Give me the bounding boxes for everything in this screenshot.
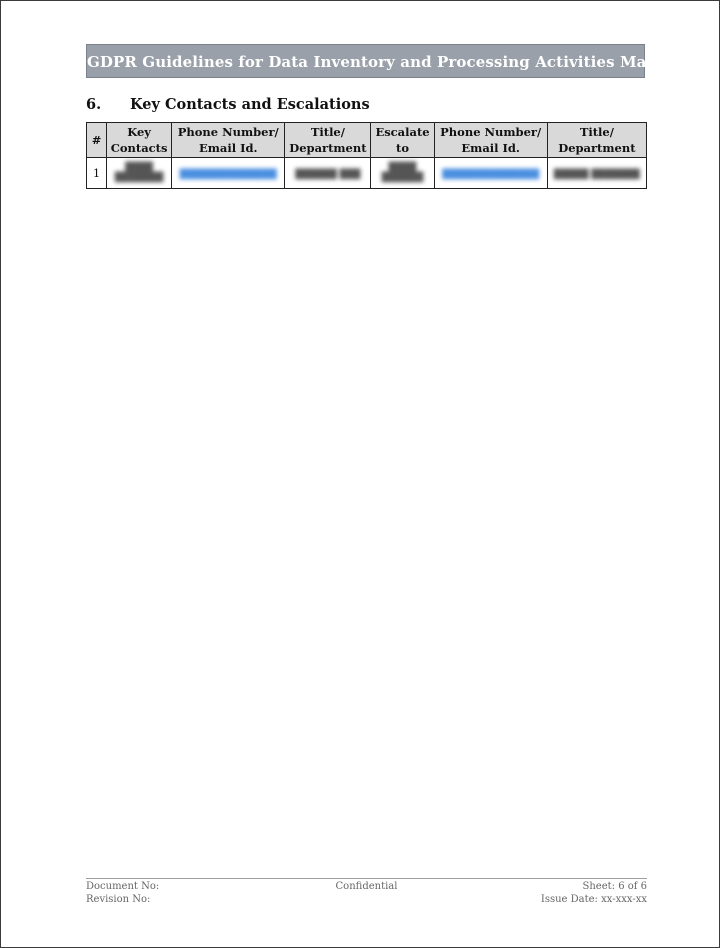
header-text: Email Id. — [198, 141, 258, 155]
key-contacts-table: # Key Contacts Phone Number/Email Id. Tit… — [85, 122, 648, 189]
header-escalate-phone-email: Phone Number/Email Id. — [433, 122, 548, 158]
cell-contact-title: ██████ ███ — [284, 157, 372, 189]
redacted-email-link[interactable]: ██████████████ — [442, 170, 539, 180]
redacted-title: █████ ███████ — [553, 170, 640, 180]
header-text: Contacts — [110, 141, 168, 155]
header-text: Escalate — [375, 125, 430, 139]
redacted-name: ████ ██████ — [381, 163, 424, 183]
header-text: Phone Number/ — [177, 125, 279, 139]
section-title: Key Contacts and Escalations — [130, 96, 370, 113]
classification-label: Confidential — [335, 881, 398, 892]
header-text: to — [396, 141, 410, 155]
cell-contact-email[interactable]: ██████████████ — [171, 157, 286, 189]
header-index: # — [85, 122, 108, 158]
header-escalate-title-department: Title/Department — [546, 122, 648, 158]
redacted-email-link[interactable]: ██████████████ — [180, 170, 277, 180]
header-escalate-to: Escalate to — [370, 122, 435, 158]
header-contact-phone-email: Phone Number/Email Id. — [171, 122, 286, 158]
redacted-name: ████ ███████ — [114, 163, 164, 183]
revision-no-label: Revision No: — [86, 894, 151, 905]
section-number: 6. — [86, 96, 102, 113]
header-text: Title/ — [310, 125, 345, 139]
cell-index: 1 — [85, 157, 108, 189]
header-text: # — [91, 133, 102, 147]
header-contact-title-department: Title/Department — [284, 122, 372, 158]
section-heading: 6. Key Contacts and Escalations — [86, 96, 370, 113]
header-text: Key — [127, 125, 151, 139]
page-footer: Document No: Confidential Sheet: 6 of 6 … — [86, 880, 647, 906]
sheet-number: Sheet: 6 of 6 — [582, 881, 648, 892]
header-text: Phone Number/ — [440, 125, 542, 139]
footer-divider — [86, 878, 647, 879]
header-text: Department — [558, 141, 636, 155]
document-page: GDPR Guidelines for Data Inventory and P… — [0, 0, 720, 948]
issue-date: Issue Date: xx-xxx-xx — [540, 894, 647, 905]
redacted-title: ██████ ███ — [295, 170, 361, 180]
cell-escalate-to: ████ ██████ — [370, 157, 435, 189]
header-text: Title/ — [579, 125, 614, 139]
header-text: Email Id. — [461, 141, 520, 155]
table-row: 1 ████ ███████ ██████████████ ██████ ███ … — [85, 157, 648, 189]
cell-escalate-title: █████ ███████ — [546, 157, 648, 189]
header-key-contacts: Key Contacts — [106, 122, 173, 158]
table-header-row: # Key Contacts Phone Number/Email Id. Tit… — [85, 122, 648, 158]
document-title-banner: GDPR Guidelines for Data Inventory and P… — [86, 44, 695, 78]
cell-key-contact: ████ ███████ — [106, 157, 173, 189]
cell-escalate-email[interactable]: ██████████████ — [433, 157, 548, 189]
header-text: Department — [289, 141, 367, 155]
